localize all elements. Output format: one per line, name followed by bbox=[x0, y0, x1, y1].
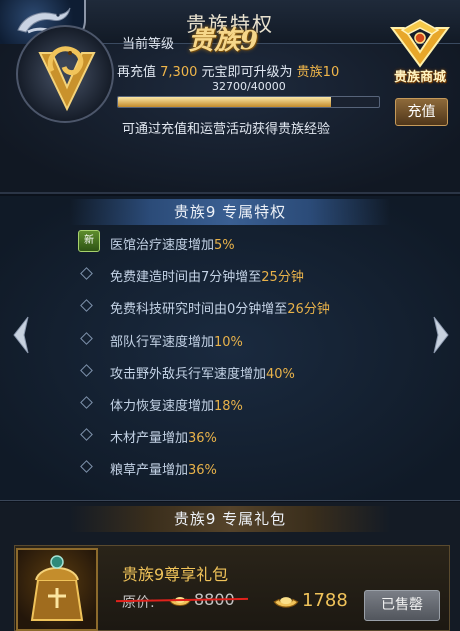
new-badge-icon: 新 bbox=[78, 230, 100, 252]
experience-progress-bar bbox=[117, 96, 380, 108]
privilege-value: 36% bbox=[188, 431, 217, 446]
current-level-label: 当前等级 bbox=[122, 37, 175, 52]
gold-ingot-icon bbox=[273, 597, 299, 608]
nobility-emblem bbox=[16, 25, 114, 123]
privilege-value: 40% bbox=[266, 367, 295, 382]
nobility-mall-label[interactable]: 贵族商城 bbox=[380, 66, 460, 85]
recharge-middle: 元宝即可升级为 bbox=[201, 65, 293, 80]
next-arrow-icon[interactable] bbox=[430, 315, 452, 355]
privilege-value: 10% bbox=[214, 335, 243, 350]
privilege-text: 体力恢复速度增加 bbox=[110, 399, 215, 414]
privilege-text: 医馆治疗速度增加 bbox=[110, 238, 215, 253]
privilege-text: 攻击野外敌兵行军速度增加 bbox=[110, 367, 267, 382]
privilege-value: 18% bbox=[214, 399, 243, 414]
golden-dragon-v-icon bbox=[38, 46, 96, 112]
original-price-label: 原价: bbox=[122, 595, 155, 611]
progress-fill bbox=[118, 97, 332, 107]
recharge-prefix: 再充值 bbox=[117, 65, 157, 80]
experience-hint: 可通过充值和运营活动获得贵族经验 bbox=[122, 122, 331, 137]
privilege-value: 26分钟 bbox=[287, 302, 330, 317]
privilege-text: 免费科技研究时间由0分钟增至 bbox=[110, 302, 288, 317]
privileges-banner: 贵族9 专属特权 bbox=[0, 196, 460, 228]
gold-ingot-icon bbox=[169, 597, 191, 606]
privileges-title: 贵族9 专属特权 bbox=[173, 203, 287, 221]
current-price: 1788 bbox=[302, 590, 348, 611]
privilege-value: 36% bbox=[188, 463, 217, 478]
gift-package-icon bbox=[16, 548, 98, 631]
current-level-value: 贵族9 bbox=[188, 26, 259, 56]
gift-name: 贵族9尊享礼包 bbox=[122, 565, 229, 584]
sold-out-button[interactable]: 已售罄 bbox=[364, 590, 440, 621]
privilege-text: 木材产量增加 bbox=[110, 431, 189, 446]
recharge-info: 再充值 7,300 元宝即可升级为 贵族10 bbox=[117, 61, 339, 80]
recharge-button[interactable]: 充值 bbox=[395, 98, 448, 126]
gift-banner: 贵族9 专属礼包 bbox=[0, 503, 460, 535]
recharge-amount: 7,300 bbox=[160, 65, 198, 80]
privilege-text: 粮草产量增加 bbox=[110, 463, 189, 478]
privilege-value: 5% bbox=[214, 238, 235, 253]
privilege-text: 免费建造时间由7分钟增至 bbox=[110, 270, 262, 285]
next-level: 贵族10 bbox=[296, 65, 340, 80]
gift-section-title: 贵族9 专属礼包 bbox=[173, 510, 287, 528]
privilege-text: 部队行军速度增加 bbox=[110, 335, 215, 350]
prev-arrow-icon[interactable] bbox=[10, 315, 32, 355]
treasure-icon bbox=[30, 555, 84, 621]
privilege-value: 25分钟 bbox=[261, 270, 304, 285]
progress-text: 32700/40000 bbox=[212, 80, 286, 93]
